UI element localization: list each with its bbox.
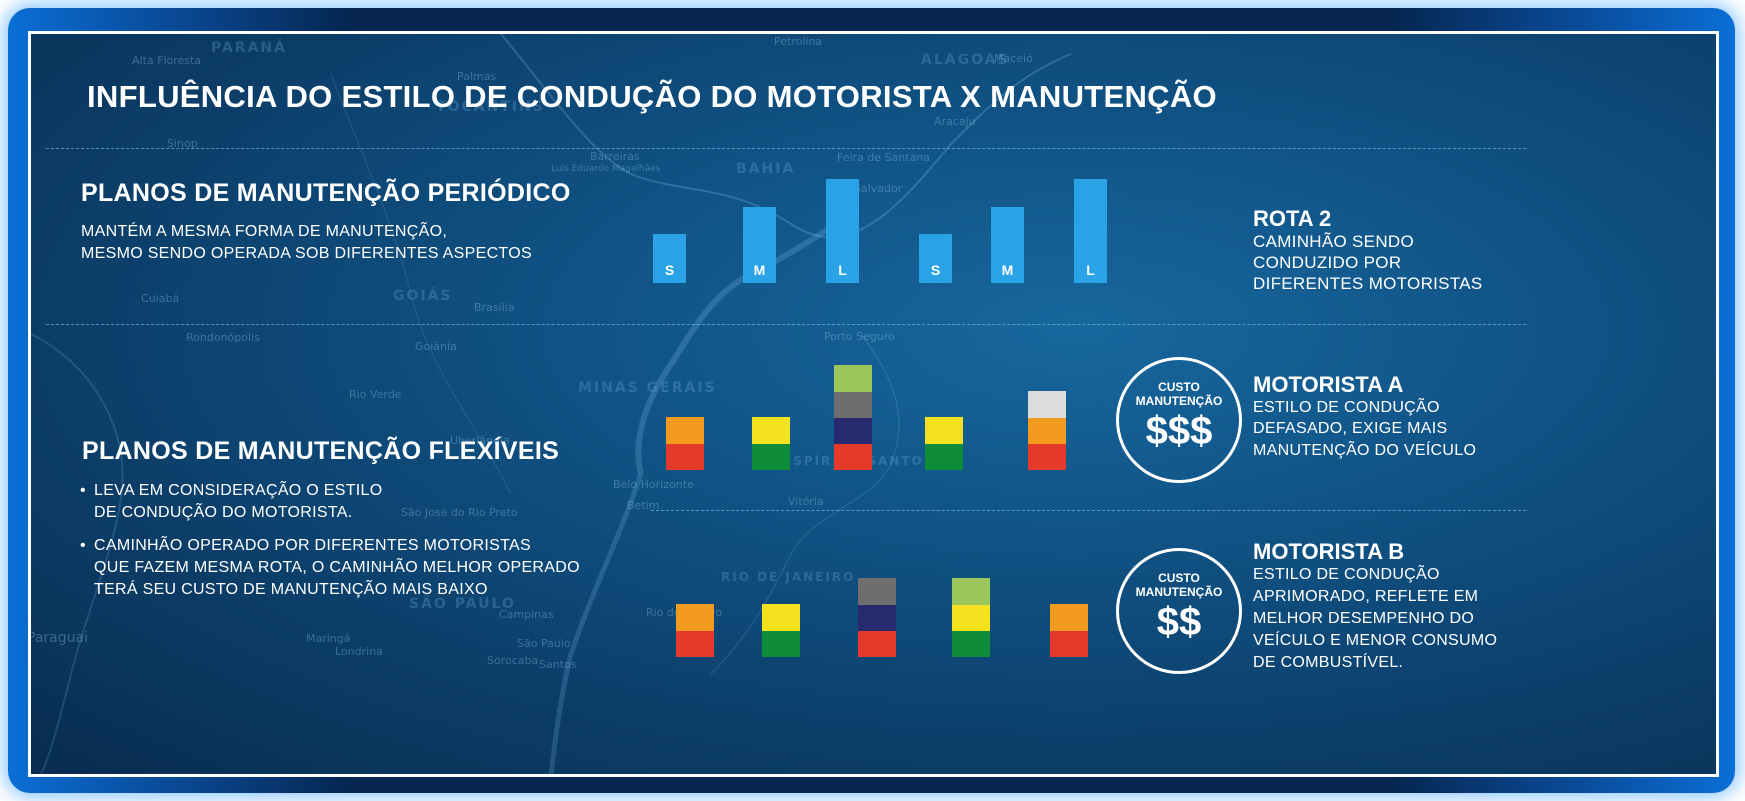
periodic-description-line1: MANTÉM A MESMA FORMA DE MANUTENÇÃO,	[81, 223, 448, 240]
route-bar: L	[826, 179, 859, 283]
maintenance-block	[1028, 443, 1066, 470]
route-bar-label: L	[1086, 262, 1095, 278]
maintenance-block	[762, 630, 800, 657]
route-bar-label: S	[930, 262, 941, 278]
motorista-a-heading: MOTORISTA A	[1253, 372, 1404, 397]
maintenance-block	[666, 417, 704, 444]
map-city-label: Cuiabá	[141, 292, 180, 305]
map-region-label: PARANÁ	[211, 40, 287, 56]
flexible-bullet-1-cont: DE CONDUÇÃO DO MOTORISTA.	[94, 504, 353, 521]
map-city-label: São Paulo	[517, 637, 571, 650]
flexible-bullet-1: LEVA EM CONSIDERAÇÃO O ESTILO	[80, 479, 382, 503]
map-city-label: Rondonópolis	[186, 331, 260, 344]
maintenance-block	[858, 604, 896, 631]
cost-symbol: $$$	[1145, 409, 1213, 453]
rota2-line3: DIFERENTES MOTORISTAS	[1253, 274, 1483, 293]
maintenance-block	[1050, 604, 1088, 631]
periodic-description-line2: MESMO SENDO OPERADA SOB DIFERENTES ASPEC…	[81, 245, 532, 262]
maintenance-block	[1050, 630, 1088, 657]
map-city-label: Goiânia	[415, 340, 457, 353]
map-city-label: Feira de Santana	[837, 151, 931, 164]
map-city-label: Belo Horizonte	[613, 478, 694, 491]
cost-label: CUSTO	[1158, 380, 1200, 394]
maintenance-block	[858, 578, 896, 605]
map-city-label: Porto Seguro	[824, 330, 895, 343]
maintenance-block	[1028, 391, 1066, 418]
periodic-heading: PLANOS DE MANUTENÇÃO PERIÓDICO	[81, 179, 571, 207]
page-title: INFLUÊNCIA DO ESTILO DE CONDUÇÃO DO MOTO…	[87, 79, 1217, 114]
motorista-b-line1: ESTILO DE CONDUÇÃO	[1253, 566, 1440, 583]
maintenance-block	[676, 630, 714, 657]
maintenance-block	[834, 417, 872, 444]
maintenance-block	[858, 630, 896, 657]
route-bar-chart: SMLSML	[631, 179, 1111, 284]
route-bar: S	[653, 234, 686, 283]
map-city-label: Petrolina	[774, 35, 823, 48]
maintenance-block	[834, 391, 872, 418]
maintenance-block	[1028, 417, 1066, 444]
flexible-bullet-2-cont: QUE FAZEM MESMA ROTA, O CAMINHÃO MELHOR …	[94, 559, 580, 576]
rota2-heading: ROTA 2	[1253, 206, 1332, 231]
motorista-a-line2: DEFASADO, EXIGE MAIS	[1253, 420, 1448, 437]
route-bar: S	[919, 234, 952, 283]
motorista-a-maintenance-stacks	[666, 364, 1086, 470]
route-bar-label: M	[753, 262, 766, 278]
map-city-label: Luís Eduardo Magalhães	[551, 164, 661, 174]
map-city-label: Santos	[539, 658, 577, 671]
maintenance-block	[834, 443, 872, 470]
cost-label: CUSTO	[1158, 571, 1200, 585]
map-city-label: Paraguai	[28, 630, 88, 646]
map-city-label: Aracaju	[934, 115, 976, 128]
maintenance-block	[762, 604, 800, 631]
cost-label: MANUTENÇÃO	[1135, 585, 1223, 599]
cost-label: MANUTENÇÃO	[1135, 394, 1223, 408]
maintenance-block	[676, 604, 714, 631]
route-bar: L	[1074, 179, 1107, 283]
route-bar-label: M	[1001, 262, 1014, 278]
motorista-b-line4: VEÍCULO E MENOR CONSUMO	[1253, 632, 1498, 649]
motorista-a-line3: MANUTENÇÃO DO VEÍCULO	[1253, 442, 1477, 459]
route-bar: M	[991, 207, 1024, 283]
section-divider	[651, 510, 1526, 511]
motorista-b-maintenance-stacks	[676, 575, 1096, 657]
maintenance-block	[952, 578, 990, 605]
map-city-label: Maceió	[994, 52, 1033, 65]
map-city-label: Rio Verde	[349, 388, 402, 401]
cost-circle-a: CUSTO MANUTENÇÃO $$$	[1116, 357, 1242, 483]
map-city-label: Campinas	[499, 608, 554, 621]
route-bar-label: S	[664, 262, 675, 278]
flexible-heading: PLANOS DE MANUTENÇÃO FLEXÍVEIS	[82, 437, 560, 465]
infographic-panel: TOCANTINS BAHIA GOIÁS MINAS GERAIS ESPÍR…	[28, 31, 1719, 777]
map-city-label: Brasília	[474, 301, 515, 314]
route-bar-label: L	[838, 262, 847, 278]
map-city-label: Barreiras	[590, 150, 640, 163]
flexible-bullet-2-cont: TERÁ SEU CUSTO DE MANUTENÇÃO MAIS BAIXO	[94, 581, 488, 598]
map-city-label: Maringá	[306, 632, 351, 645]
map-city-label: Londrina	[335, 645, 383, 658]
map-city-label: Vitória	[788, 495, 824, 508]
section-divider	[46, 148, 1526, 149]
maintenance-block	[752, 417, 790, 444]
maintenance-block	[666, 443, 704, 470]
route-bar: M	[743, 207, 776, 283]
map-city-label: Alta Floresta	[132, 54, 202, 67]
map-region-label: GOIÁS	[393, 288, 453, 304]
flexible-bullet-2: CAMINHÃO OPERADO POR DIFERENTES MOTORIST…	[80, 534, 531, 558]
section-divider	[46, 324, 1526, 325]
maintenance-block	[834, 365, 872, 392]
cost-symbol: $$	[1156, 600, 1202, 644]
cost-circle-b: CUSTO MANUTENÇÃO $$	[1116, 548, 1242, 674]
motorista-b-heading: MOTORISTA B	[1253, 539, 1405, 564]
maintenance-block	[952, 630, 990, 657]
motorista-b-line3: MELHOR DESEMPENHO DO	[1253, 610, 1475, 627]
map-region-label: BAHIA	[736, 161, 796, 177]
motorista-b-line2: APRIMORADO, REFLETE EM	[1253, 588, 1479, 605]
maintenance-block	[752, 443, 790, 470]
maintenance-block	[952, 604, 990, 631]
motorista-b-line5: DE COMBUSTÍVEL.	[1253, 654, 1404, 671]
map-city-label: Sorocaba	[487, 654, 539, 667]
maintenance-block	[925, 443, 963, 470]
maintenance-block	[925, 417, 963, 444]
map-city-label: São José do Rio Preto	[401, 506, 518, 519]
